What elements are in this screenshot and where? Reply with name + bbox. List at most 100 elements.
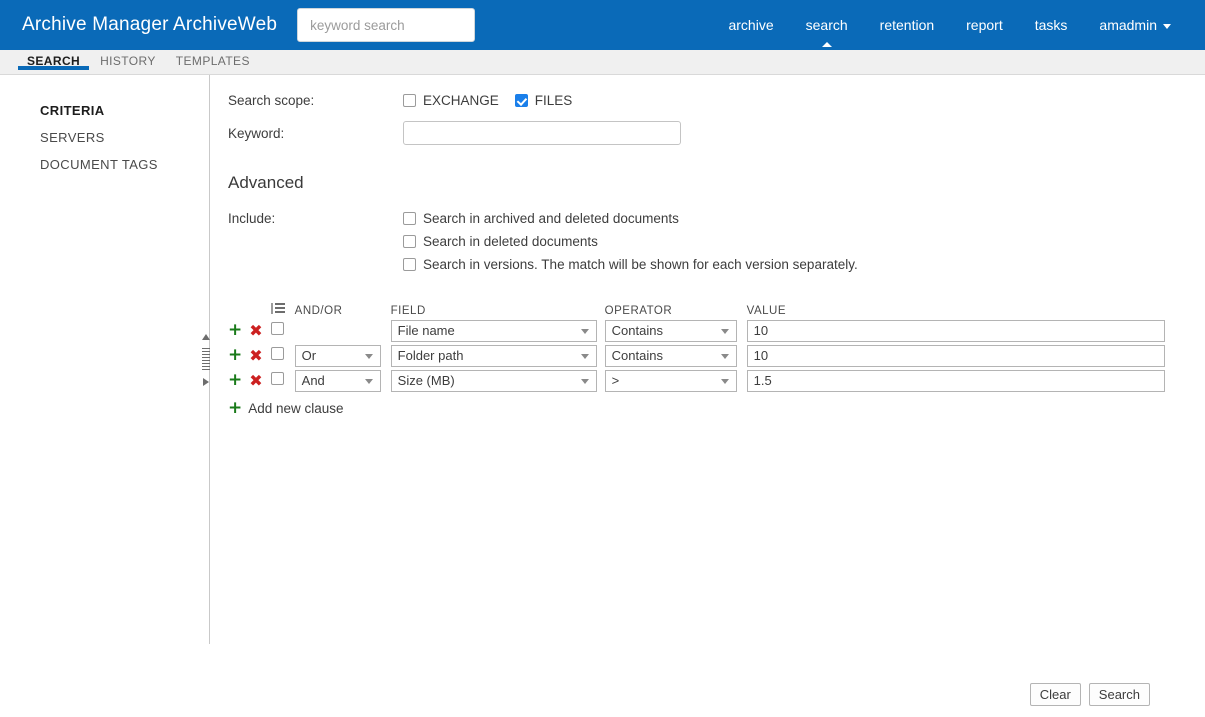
operator-select-value: Contains (611, 323, 663, 338)
row-field-cell: Folder path (390, 344, 605, 370)
checkbox-archived-deleted-label[interactable]: Search in archived and deleted documents (423, 211, 679, 226)
andor-select[interactable]: Or (294, 344, 381, 367)
criteria-operator-header: OPERATOR (604, 304, 673, 317)
checkbox-deleted-label[interactable]: Search in deleted documents (423, 234, 598, 249)
criteria-selectall-header[interactable] (270, 302, 295, 320)
chevron-down-icon (364, 378, 373, 384)
nav-item-retention[interactable]: retention (864, 0, 950, 50)
grip-icon (202, 348, 210, 370)
criteria-value-header: VALUE (746, 304, 787, 317)
include-row: Include: Search in archived and deleted … (228, 211, 1205, 272)
clear-button[interactable]: Clear (1029, 682, 1081, 706)
chevron-down-icon (580, 328, 589, 334)
include-option-versions: Search in versions. The match will be sh… (403, 257, 858, 272)
checkbox-versions[interactable] (403, 258, 416, 271)
add-new-clause-label: Add new clause (248, 400, 344, 416)
tab-history[interactable]: HISTORY (90, 50, 166, 68)
checkbox-deleted[interactable] (403, 235, 416, 248)
row-checkbox[interactable] (270, 321, 284, 335)
app-header: Archive Manager ArchiveWeb archive searc… (0, 0, 1205, 50)
field-select[interactable]: Folder path (390, 344, 597, 367)
footer-actions: Clear Search (0, 672, 1205, 716)
sidebar: CRITERIA SERVERS DOCUMENT TAGS (0, 75, 210, 717)
nav-item-search[interactable]: search (790, 0, 864, 50)
add-row-icon[interactable]: + (228, 322, 242, 339)
row-andor-cell: Or (294, 344, 391, 370)
list-icon[interactable] (270, 302, 285, 314)
field-select[interactable]: Size (MB) (390, 369, 597, 392)
chevron-down-icon (720, 378, 729, 384)
row-field-cell: Size (MB) (390, 369, 605, 395)
andor-select-value: Or (301, 348, 317, 363)
checkbox-versions-label[interactable]: Search in versions. The match will be sh… (423, 257, 858, 272)
row-value-cell (746, 344, 1165, 370)
keyword-row: Keyword: (228, 121, 1205, 145)
collapse-up-icon (202, 334, 210, 340)
main-content: Search scope: EXCHANGE FILES Keyword: Ad… (210, 75, 1205, 717)
search-button[interactable]: Search (1088, 682, 1150, 706)
header-search-box[interactable] (297, 8, 476, 42)
row-value-cell (746, 369, 1165, 395)
chevron-down-icon (1163, 23, 1171, 29)
keyword-input[interactable] (403, 121, 681, 145)
nav-item-archive[interactable]: archive (712, 0, 789, 50)
criteria-table: AND/OR FIELD OPERATOR VALUE + ✖ File nam… (228, 302, 1165, 395)
chevron-down-icon (364, 353, 373, 359)
chevron-down-icon (580, 353, 589, 359)
field-select-value: File name (397, 323, 455, 338)
andor-select[interactable]: And (294, 369, 381, 392)
operator-select[interactable]: Contains (604, 319, 737, 342)
page-body: CRITERIA SERVERS DOCUMENT TAGS Search sc… (0, 75, 1205, 717)
checkbox-exchange-label[interactable]: EXCHANGE (423, 93, 499, 108)
chevron-down-icon (720, 328, 729, 334)
chevron-down-icon (720, 353, 729, 359)
advanced-section-title: Advanced (228, 173, 304, 192)
row-actions: + ✖ (228, 345, 271, 370)
add-row-icon[interactable]: + (228, 372, 242, 389)
checkbox-files[interactable] (514, 94, 528, 107)
search-scope-options: EXCHANGE FILES (403, 93, 588, 108)
user-menu[interactable]: amadmin (1083, 0, 1187, 50)
value-input[interactable] (746, 319, 1165, 342)
sidebar-splitter-handle[interactable] (201, 334, 211, 386)
operator-select[interactable]: Contains (604, 344, 737, 367)
include-label: Include: (228, 211, 276, 226)
remove-row-icon[interactable]: ✖ (249, 347, 262, 364)
criteria-builder: AND/OR FIELD OPERATOR VALUE + ✖ File nam… (228, 302, 1205, 417)
table-row: + ✖ And Size (MB) > 1.5 (228, 369, 1165, 395)
tab-templates[interactable]: TEMPLATES (166, 50, 260, 68)
table-row: + ✖ Or Folder path Contains 10 (228, 344, 1165, 370)
row-checkbox[interactable] (270, 346, 284, 360)
checkbox-archived-deleted[interactable] (403, 212, 416, 225)
add-new-clause-button[interactable]: + Add new clause (228, 399, 1205, 417)
add-row-icon[interactable]: + (228, 347, 242, 364)
row-checkbox[interactable] (270, 371, 284, 385)
include-option-deleted: Search in deleted documents (403, 234, 858, 249)
remove-row-icon[interactable]: ✖ (249, 322, 262, 339)
include-options: Search in archived and deleted documents… (403, 211, 858, 272)
row-field-cell: File name (390, 319, 605, 345)
search-scope-row: Search scope: EXCHANGE FILES (228, 93, 1205, 108)
value-input[interactable] (746, 344, 1165, 367)
sidebar-item-servers[interactable]: SERVERS (0, 124, 210, 151)
sidebar-item-document-tags[interactable]: DOCUMENT TAGS (0, 151, 210, 178)
row-value-cell (746, 319, 1165, 345)
expand-right-icon (203, 378, 209, 386)
operator-select-value: Contains (611, 348, 663, 363)
header-search-input[interactable] (308, 16, 465, 34)
value-input[interactable] (746, 369, 1165, 392)
nav-item-report[interactable]: report (950, 0, 1019, 50)
sidebar-item-criteria[interactable]: CRITERIA (0, 97, 210, 124)
app-title: Archive Manager ArchiveWeb (22, 14, 278, 35)
include-option-archived-deleted: Search in archived and deleted documents (403, 211, 858, 226)
row-andor-cell (295, 320, 391, 345)
field-select[interactable]: File name (390, 319, 597, 342)
criteria-field-header: FIELD (390, 304, 426, 317)
tab-search[interactable]: SEARCH (17, 50, 90, 70)
checkbox-exchange[interactable] (403, 94, 416, 107)
remove-row-icon[interactable]: ✖ (249, 372, 262, 389)
checkbox-files-label[interactable]: FILES (535, 93, 573, 108)
chevron-down-icon (580, 378, 589, 384)
operator-select[interactable]: > (604, 369, 737, 392)
nav-item-tasks[interactable]: tasks (1019, 0, 1084, 50)
